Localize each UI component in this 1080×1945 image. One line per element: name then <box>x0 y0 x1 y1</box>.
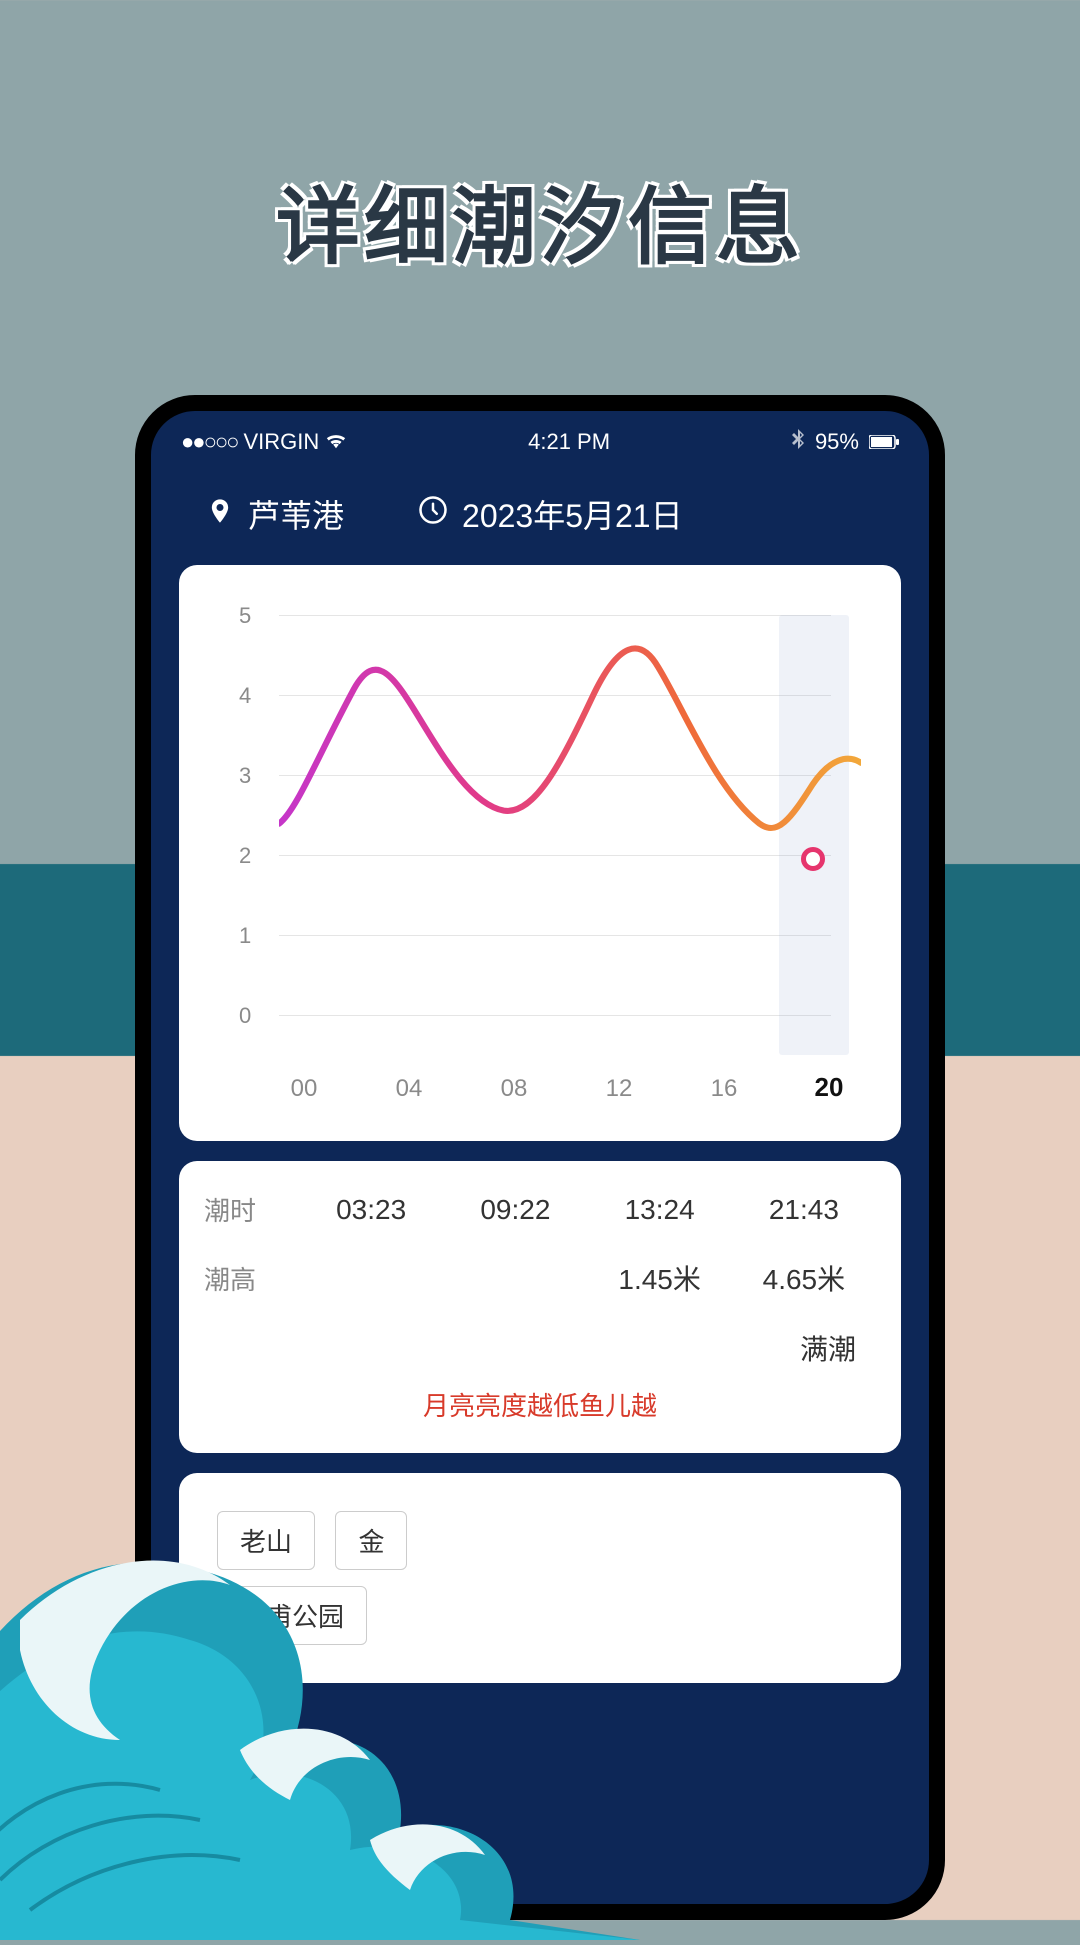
location-chips-card: 老山 金 皇甫公园 <box>179 1473 901 1683</box>
signal-dots-icon: ●●○○○ <box>181 429 237 455</box>
x-tick-active: 20 <box>799 1072 859 1103</box>
location-name: 芦苇港 <box>248 491 344 537</box>
app-header: 芦苇港 2023年5月21日 <box>151 463 929 565</box>
table-row: 潮高 1.45米 4.65米 <box>204 1258 876 1298</box>
x-tick: 12 <box>589 1075 649 1103</box>
tide-status-tag: 满潮 <box>204 1328 876 1368</box>
tide-time: 21:43 <box>732 1194 876 1226</box>
location-chip[interactable]: 皇甫公园 <box>217 1586 367 1645</box>
row-label: 潮高 <box>204 1260 299 1297</box>
y-tick: 2 <box>239 843 251 869</box>
status-bar: ●●○○○ VIRGIN 4:21 PM 95% <box>151 411 929 463</box>
phone-frame: ●●○○○ VIRGIN 4:21 PM 95% 芦苇港 <box>135 395 945 1920</box>
bluetooth-icon <box>791 429 805 455</box>
location-chip[interactable]: 金 <box>335 1511 407 1570</box>
tide-tip: 月亮亮度越低鱼儿越 <box>204 1368 876 1423</box>
y-tick: 5 <box>239 603 251 629</box>
tide-time: 03:23 <box>299 1194 443 1226</box>
y-tick: 3 <box>239 763 251 789</box>
y-tick: 0 <box>239 1003 251 1029</box>
tide-chart[interactable]: 5 4 3 2 1 0 00 <box>209 595 871 1115</box>
battery-percent: 95% <box>815 429 859 455</box>
carrier-label: VIRGIN <box>243 429 319 455</box>
location-chip[interactable]: 老山 <box>217 1511 315 1570</box>
promo-title: 详细潮汐信息 <box>0 160 1080 281</box>
wifi-icon <box>325 429 347 455</box>
tide-height: 1.45米 <box>588 1258 732 1298</box>
location-pin-icon <box>206 496 234 533</box>
chart-current-marker <box>801 847 825 871</box>
status-time: 4:21 PM <box>528 429 610 455</box>
row-label: 潮时 <box>204 1191 299 1228</box>
tide-table-card: 潮时 03:23 09:22 13:24 21:43 潮高 1.45米 4.65… <box>179 1161 901 1453</box>
x-tick: 16 <box>694 1075 754 1103</box>
table-row: 潮时 03:23 09:22 13:24 21:43 <box>204 1191 876 1228</box>
tide-time: 09:22 <box>443 1194 587 1226</box>
tide-chart-card: 5 4 3 2 1 0 00 <box>179 565 901 1141</box>
tide-time: 13:24 <box>588 1194 732 1226</box>
date-selector[interactable]: 2023年5月21日 <box>418 491 683 537</box>
y-tick: 1 <box>239 923 251 949</box>
battery-icon <box>869 429 899 455</box>
x-tick: 08 <box>484 1075 544 1103</box>
x-tick: 00 <box>274 1075 334 1103</box>
tide-height: 4.65米 <box>732 1258 876 1298</box>
y-tick: 4 <box>239 683 251 709</box>
location-selector[interactable]: 芦苇港 <box>206 491 344 537</box>
x-tick: 04 <box>379 1075 439 1103</box>
clock-icon <box>418 495 448 533</box>
date-label: 2023年5月21日 <box>462 491 683 537</box>
